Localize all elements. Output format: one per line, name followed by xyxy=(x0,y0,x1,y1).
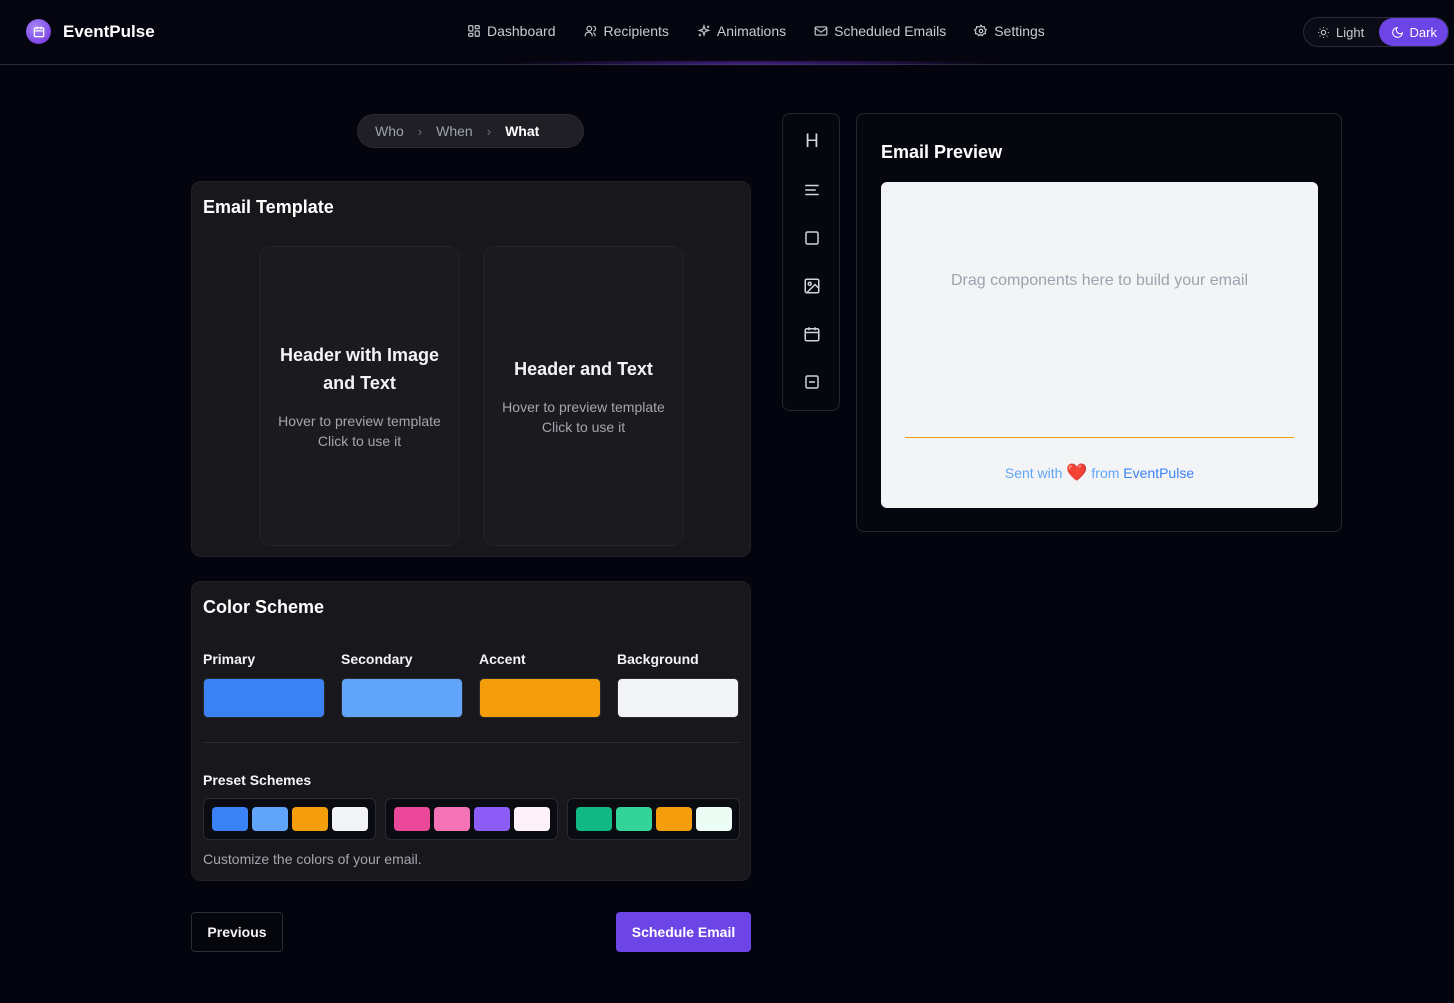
schedule-email-button[interactable]: Schedule Email xyxy=(616,912,751,952)
previous-button[interactable]: Previous xyxy=(191,912,283,952)
preset-color-swatch xyxy=(616,807,652,831)
secondary-label: Secondary xyxy=(341,651,413,667)
heading-tool[interactable]: H xyxy=(802,131,822,152)
heading-icon: H xyxy=(805,131,819,152)
align-left-icon xyxy=(805,184,819,196)
nav-animations[interactable]: Animations xyxy=(697,23,786,39)
event-tool[interactable] xyxy=(802,324,822,344)
preset-color-swatch xyxy=(212,807,248,831)
calendar-icon xyxy=(26,19,51,44)
moon-icon xyxy=(1391,26,1403,38)
nav-links: Dashboard Recipients Animations Schedule… xyxy=(467,23,1045,39)
step-who[interactable]: Who xyxy=(375,123,404,139)
color-helper-text: Customize the colors of your email. xyxy=(203,851,422,867)
nav-scheduled-emails-label: Scheduled Emails xyxy=(834,23,947,39)
nav-scheduled-emails[interactable]: Scheduled Emails xyxy=(814,23,946,39)
template-hint-hover: Hover to preview template xyxy=(278,413,441,429)
color-scheme-card: Color Scheme Primary Secondary Accent Ba… xyxy=(191,581,751,881)
template-hint-hover: Hover to preview template xyxy=(502,399,665,415)
template-title: Header with Image and Text xyxy=(279,345,440,393)
step-when[interactable]: When xyxy=(436,123,473,139)
preset-scheme-green[interactable] xyxy=(567,798,740,840)
heart-icon: ❤️ xyxy=(1066,463,1088,482)
email-footer: Sent with ❤️ from EventPulse xyxy=(881,463,1318,483)
secondary-color-picker[interactable] xyxy=(341,678,463,718)
email-preview-card: Email Preview Drag components here to bu… xyxy=(856,113,1342,532)
theme-dark-button[interactable]: Dark xyxy=(1378,18,1448,46)
preset-color-swatch xyxy=(292,807,328,831)
footer-divider xyxy=(905,437,1294,438)
email-preview-title: Email Preview xyxy=(881,142,1003,162)
chevron-right-icon: › xyxy=(486,123,492,139)
button-tool[interactable] xyxy=(802,228,822,248)
nav-dashboard-label: Dashboard xyxy=(487,23,556,39)
users-icon xyxy=(584,25,596,37)
sun-icon xyxy=(1318,26,1329,38)
sparkles-icon xyxy=(697,24,711,37)
component-toolbar: H xyxy=(782,113,840,411)
image-tool[interactable] xyxy=(802,276,822,296)
primary-color-picker[interactable] xyxy=(203,678,325,718)
preset-color-swatch xyxy=(696,807,732,831)
preset-color-swatch xyxy=(394,807,430,831)
chevron-right-icon: › xyxy=(417,123,423,139)
template-hint: Hover to preview template Click to use i… xyxy=(278,411,441,451)
accent-color-picker[interactable] xyxy=(479,678,601,718)
preset-color-swatch xyxy=(474,807,510,831)
preset-color-swatch xyxy=(576,807,612,831)
top-navbar: EventPulse Dashboard Recipients Animatio… xyxy=(0,0,1454,66)
nav-animations-label: Animations xyxy=(716,23,787,39)
template-hint-click: Click to use it xyxy=(541,419,626,435)
dashboard-icon xyxy=(468,25,480,37)
template-title: Header and Text xyxy=(514,359,653,379)
text-tool[interactable] xyxy=(802,180,822,200)
square-icon xyxy=(805,231,819,245)
nav-recipients-label: Recipients xyxy=(603,23,669,39)
footer-brand-link[interactable]: EventPulse xyxy=(1123,465,1194,481)
background-color-picker[interactable] xyxy=(617,678,739,718)
brand[interactable]: EventPulse xyxy=(26,19,155,44)
nav-settings-label: Settings xyxy=(994,23,1045,39)
email-drop-zone[interactable]: Drag components here to build your email… xyxy=(881,182,1318,508)
color-scheme-title: Color Scheme xyxy=(203,597,325,617)
nav-recipients[interactable]: Recipients xyxy=(584,23,669,39)
step-what[interactable]: What xyxy=(505,123,539,139)
primary-label: Primary xyxy=(203,651,256,667)
preset-color-swatch xyxy=(514,807,550,831)
background-label: Background xyxy=(617,651,699,667)
accent-label: Accent xyxy=(479,651,526,667)
template-header-image-text[interactable]: Header with Image and Text Hover to prev… xyxy=(259,246,460,546)
minus-square-icon xyxy=(805,375,819,389)
theme-light-label: Light xyxy=(1336,24,1365,40)
preset-scheme-pink[interactable] xyxy=(385,798,558,840)
brand-name: EventPulse xyxy=(63,21,155,41)
email-template-card: Email Template Header with Image and Tex… xyxy=(191,181,751,557)
template-header-text[interactable]: Header and Text Hover to preview templat… xyxy=(483,246,684,546)
image-icon xyxy=(804,278,820,294)
gear-icon xyxy=(974,24,988,37)
preset-color-swatch xyxy=(656,807,692,831)
theme-light-button[interactable]: Light xyxy=(1304,18,1376,46)
navbar-glow xyxy=(500,60,1000,66)
footer-mid: from xyxy=(1091,465,1120,481)
preset-color-swatch xyxy=(332,807,368,831)
nav-settings[interactable]: Settings xyxy=(974,23,1045,39)
divider xyxy=(203,742,740,743)
divider-tool[interactable] xyxy=(802,372,822,392)
mail-icon xyxy=(814,26,828,36)
drop-hint: Drag components here to build your email xyxy=(950,272,1249,289)
footer-prefix: Sent with xyxy=(1004,465,1063,481)
calendar-icon xyxy=(804,327,820,342)
email-template-title: Email Template xyxy=(203,197,334,217)
theme-toggle: Light Dark xyxy=(1303,17,1449,47)
preset-color-swatch xyxy=(252,807,288,831)
theme-dark-label: Dark xyxy=(1409,24,1437,40)
template-hint: Hover to preview template Click to use i… xyxy=(502,397,665,437)
preset-scheme-blue[interactable] xyxy=(203,798,376,840)
wizard-stepper: Who › When › What xyxy=(357,114,584,148)
preset-color-swatch xyxy=(434,807,470,831)
nav-dashboard[interactable]: Dashboard xyxy=(467,23,556,39)
template-hint-click: Click to use it xyxy=(317,433,402,449)
preset-schemes-label: Preset Schemes xyxy=(203,772,312,788)
